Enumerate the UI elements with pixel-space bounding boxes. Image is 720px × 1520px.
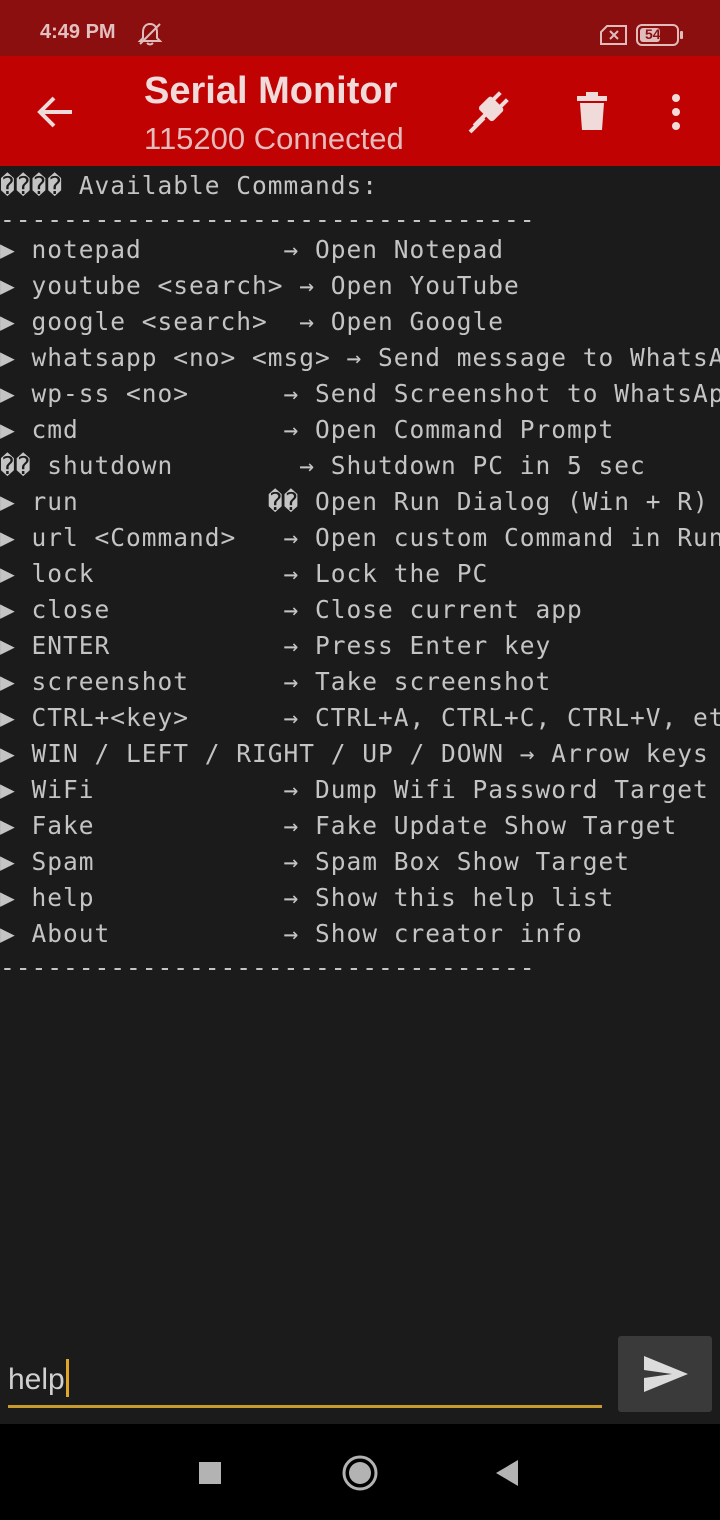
- battery-icon: 54: [636, 24, 684, 50]
- system-nav-bar: [0, 1424, 720, 1520]
- console-line: ▶ screenshot → Take screenshot: [0, 667, 552, 696]
- disconnect-button[interactable]: [462, 84, 516, 138]
- more-vert-icon: [672, 94, 680, 130]
- console-line: ▶ cmd → Open Command Prompt: [0, 415, 615, 444]
- text-caret: [65, 1359, 69, 1397]
- recents-square-icon: [199, 1462, 221, 1484]
- command-input-value: help: [8, 1359, 69, 1400]
- console-line: ▶ close → Close current app: [0, 595, 583, 624]
- console-line: ▶ whatsapp <no> <msg> → Send message to …: [0, 343, 720, 372]
- console-line: ▶ notepad → Open Notepad: [0, 235, 505, 264]
- page-title: Serial Monitor: [144, 70, 398, 112]
- serial-console-output[interactable]: ���� Available Commands: ---------------…: [0, 168, 720, 1318]
- console-line: ▶ lock → Lock the PC: [0, 559, 489, 588]
- console-line: ▶ ENTER → Press Enter key: [0, 631, 552, 660]
- command-input-text: help: [8, 1362, 65, 1396]
- console-line: ▶ WiFi → Dump Wifi Password Target: [0, 775, 709, 804]
- clear-button[interactable]: [574, 90, 612, 134]
- home-circle-icon: [342, 1455, 378, 1491]
- home-button[interactable]: [341, 1454, 379, 1496]
- back-arrow-icon: [37, 96, 72, 128]
- console-line: ▶ Fake → Fake Update Show Target: [0, 811, 678, 840]
- console-line: �� shutdown → Shutdown PC in 5 sec: [0, 451, 646, 480]
- send-button[interactable]: [618, 1336, 712, 1412]
- sim-x-icon: [600, 25, 628, 49]
- connection-status: 115200 Connected: [144, 121, 404, 156]
- back-triangle-icon: [496, 1460, 518, 1486]
- console-line: ▶ url <Command> → Open custom Command in…: [0, 523, 720, 552]
- notifications-off-icon: [137, 21, 163, 51]
- console-line: ▶ About → Show creator info: [0, 919, 583, 948]
- more-options-button[interactable]: [664, 92, 688, 132]
- console-line: ▶ WIN / LEFT / RIGHT / UP / DOWN → Arrow…: [0, 739, 709, 768]
- console-line: ▶ CTRL+<key> → CTRL+A, CTRL+C, CTRL+V, e…: [0, 703, 720, 732]
- console-line: ----------------------------------: [0, 953, 536, 982]
- status-bar: 4:49 PM 54: [0, 0, 720, 56]
- console-line: ▶ youtube <search> → Open YouTube: [0, 271, 520, 300]
- console-line: ���� Available Commands:: [0, 171, 379, 200]
- command-input[interactable]: help: [8, 1350, 602, 1408]
- recents-button[interactable]: [198, 1461, 222, 1489]
- status-time: 4:49 PM: [40, 21, 116, 43]
- console-line: ▶ Spam → Spam Box Show Target: [0, 847, 631, 876]
- console-line: ▶ help → Show this help list: [0, 883, 615, 912]
- console-line: ▶ wp-ss <no> → Send Screenshot to WhatsA…: [0, 379, 720, 408]
- trash-icon: [577, 92, 607, 130]
- back-button[interactable]: [34, 90, 78, 134]
- battery-level: 54: [645, 26, 661, 42]
- disconnect-plug-icon: [468, 91, 509, 134]
- send-icon: [644, 1356, 688, 1392]
- console-line: ▶ google <search> → Open Google: [0, 307, 505, 336]
- console-line: ▶ run �� Open Run Dialog (Win + R): [0, 487, 709, 516]
- app-bar: Serial Monitor 115200 Connected: [0, 56, 720, 166]
- system-back-button[interactable]: [494, 1458, 520, 1492]
